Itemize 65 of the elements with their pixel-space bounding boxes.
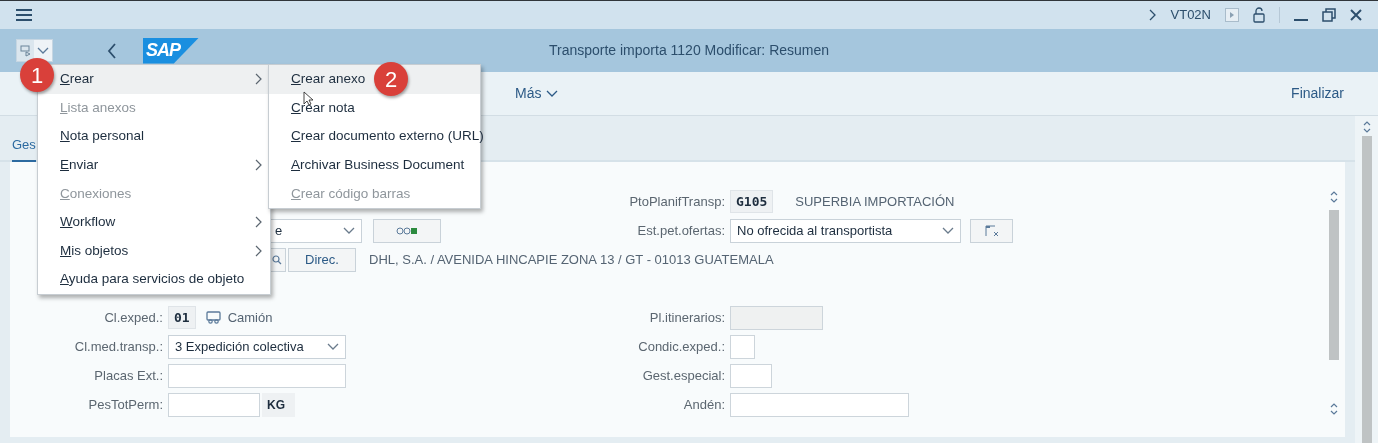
menu-item[interactable]: Enviar (38, 150, 270, 180)
field-label: Cl.med.transp.: (74, 337, 163, 356)
dropdown-field[interactable]: e (268, 218, 362, 243)
search-icon (272, 254, 282, 265)
menu-item[interactable]: Archivar Business Document (269, 150, 480, 180)
code-field[interactable]: 01 (168, 306, 196, 329)
dropdown-field[interactable]: No ofrecida al transportista (730, 218, 961, 243)
document-icon (19, 44, 32, 57)
scroll-arrows-icon[interactable] (1330, 190, 1338, 204)
menu-button[interactable] (16, 39, 53, 62)
window-title: Transporte importa 1120 Modificar: Resumen (548, 41, 830, 60)
field-description: Camión (227, 308, 273, 327)
field-label: Condic.exped.: (638, 337, 725, 356)
field-label: PtoPlanifTransp: (629, 192, 725, 211)
unlock-icon[interactable] (1253, 7, 1265, 23)
field-label: Andén: (683, 395, 725, 414)
restore-icon[interactable] (1322, 8, 1336, 22)
field-label: Cl.exped.: (104, 308, 163, 327)
text-field[interactable] (730, 363, 772, 388)
scrollbar-thumb[interactable] (1361, 136, 1372, 443)
menu-icon[interactable] (16, 9, 32, 21)
menu-item[interactable]: Workflow (38, 207, 270, 237)
address-button[interactable]: Direc. (288, 247, 356, 272)
more-button[interactable]: Más (515, 83, 559, 104)
scrollbar-thumb[interactable] (1329, 210, 1339, 360)
field-label: Est.pet.ofertas: (637, 221, 725, 240)
chevron-down-icon (343, 226, 355, 235)
play-icon[interactable] (1225, 8, 1239, 22)
code-field[interactable]: G105 (730, 190, 774, 213)
chevron-right-icon (255, 244, 262, 257)
close-icon[interactable] (1350, 9, 1362, 21)
finish-button[interactable]: Finalizar (1291, 83, 1344, 104)
menu-item[interactable]: Nota personal (38, 122, 270, 151)
unit-field: KG (262, 392, 295, 417)
window-close-icon (984, 224, 999, 237)
field-label: Gest.especial: (642, 366, 725, 385)
scroll-arrows-icon[interactable] (1330, 402, 1338, 416)
field-label: Pl.itinerarios: (649, 308, 725, 327)
field-label: PesTotPerm: (88, 395, 163, 414)
text-field[interactable] (168, 363, 346, 388)
chevron-right-icon (255, 159, 262, 172)
chevron-right-icon (255, 216, 262, 229)
field-description: SUPERBIA IMPORTACIÓN (795, 192, 955, 211)
status-icon (396, 226, 418, 235)
chevron-down-icon (327, 342, 339, 351)
back-icon[interactable] (107, 42, 117, 59)
chevron-right-icon (255, 73, 262, 86)
chevron-down-icon (37, 46, 49, 55)
dropdown-field[interactable]: 3 Expedición colectiva (168, 334, 346, 359)
status-button[interactable] (373, 218, 441, 243)
menu-item[interactable]: Mis objetos (38, 236, 270, 266)
chevron-right-icon[interactable] (1148, 9, 1157, 21)
transaction-code: VT02N (1170, 6, 1211, 25)
menu-item[interactable]: Crear nota (269, 93, 480, 123)
menu-item[interactable]: Ayuda para servicios de objeto (38, 265, 270, 294)
address-text: DHL, S.A. / AVENIDA HINCAPIE ZONA 13 / GT - 01013 GUATEMALA (369, 250, 774, 269)
logo: SAP (143, 37, 199, 64)
chevron-down-icon (942, 226, 954, 235)
text-field[interactable] (730, 334, 755, 359)
scroll-arrows-icon[interactable] (1362, 120, 1371, 134)
field-label: Placas Ext.: (94, 366, 163, 385)
truck-icon (205, 311, 222, 324)
chevron-down-icon (546, 89, 559, 98)
text-field[interactable] (168, 392, 260, 417)
text-field[interactable] (730, 392, 909, 417)
